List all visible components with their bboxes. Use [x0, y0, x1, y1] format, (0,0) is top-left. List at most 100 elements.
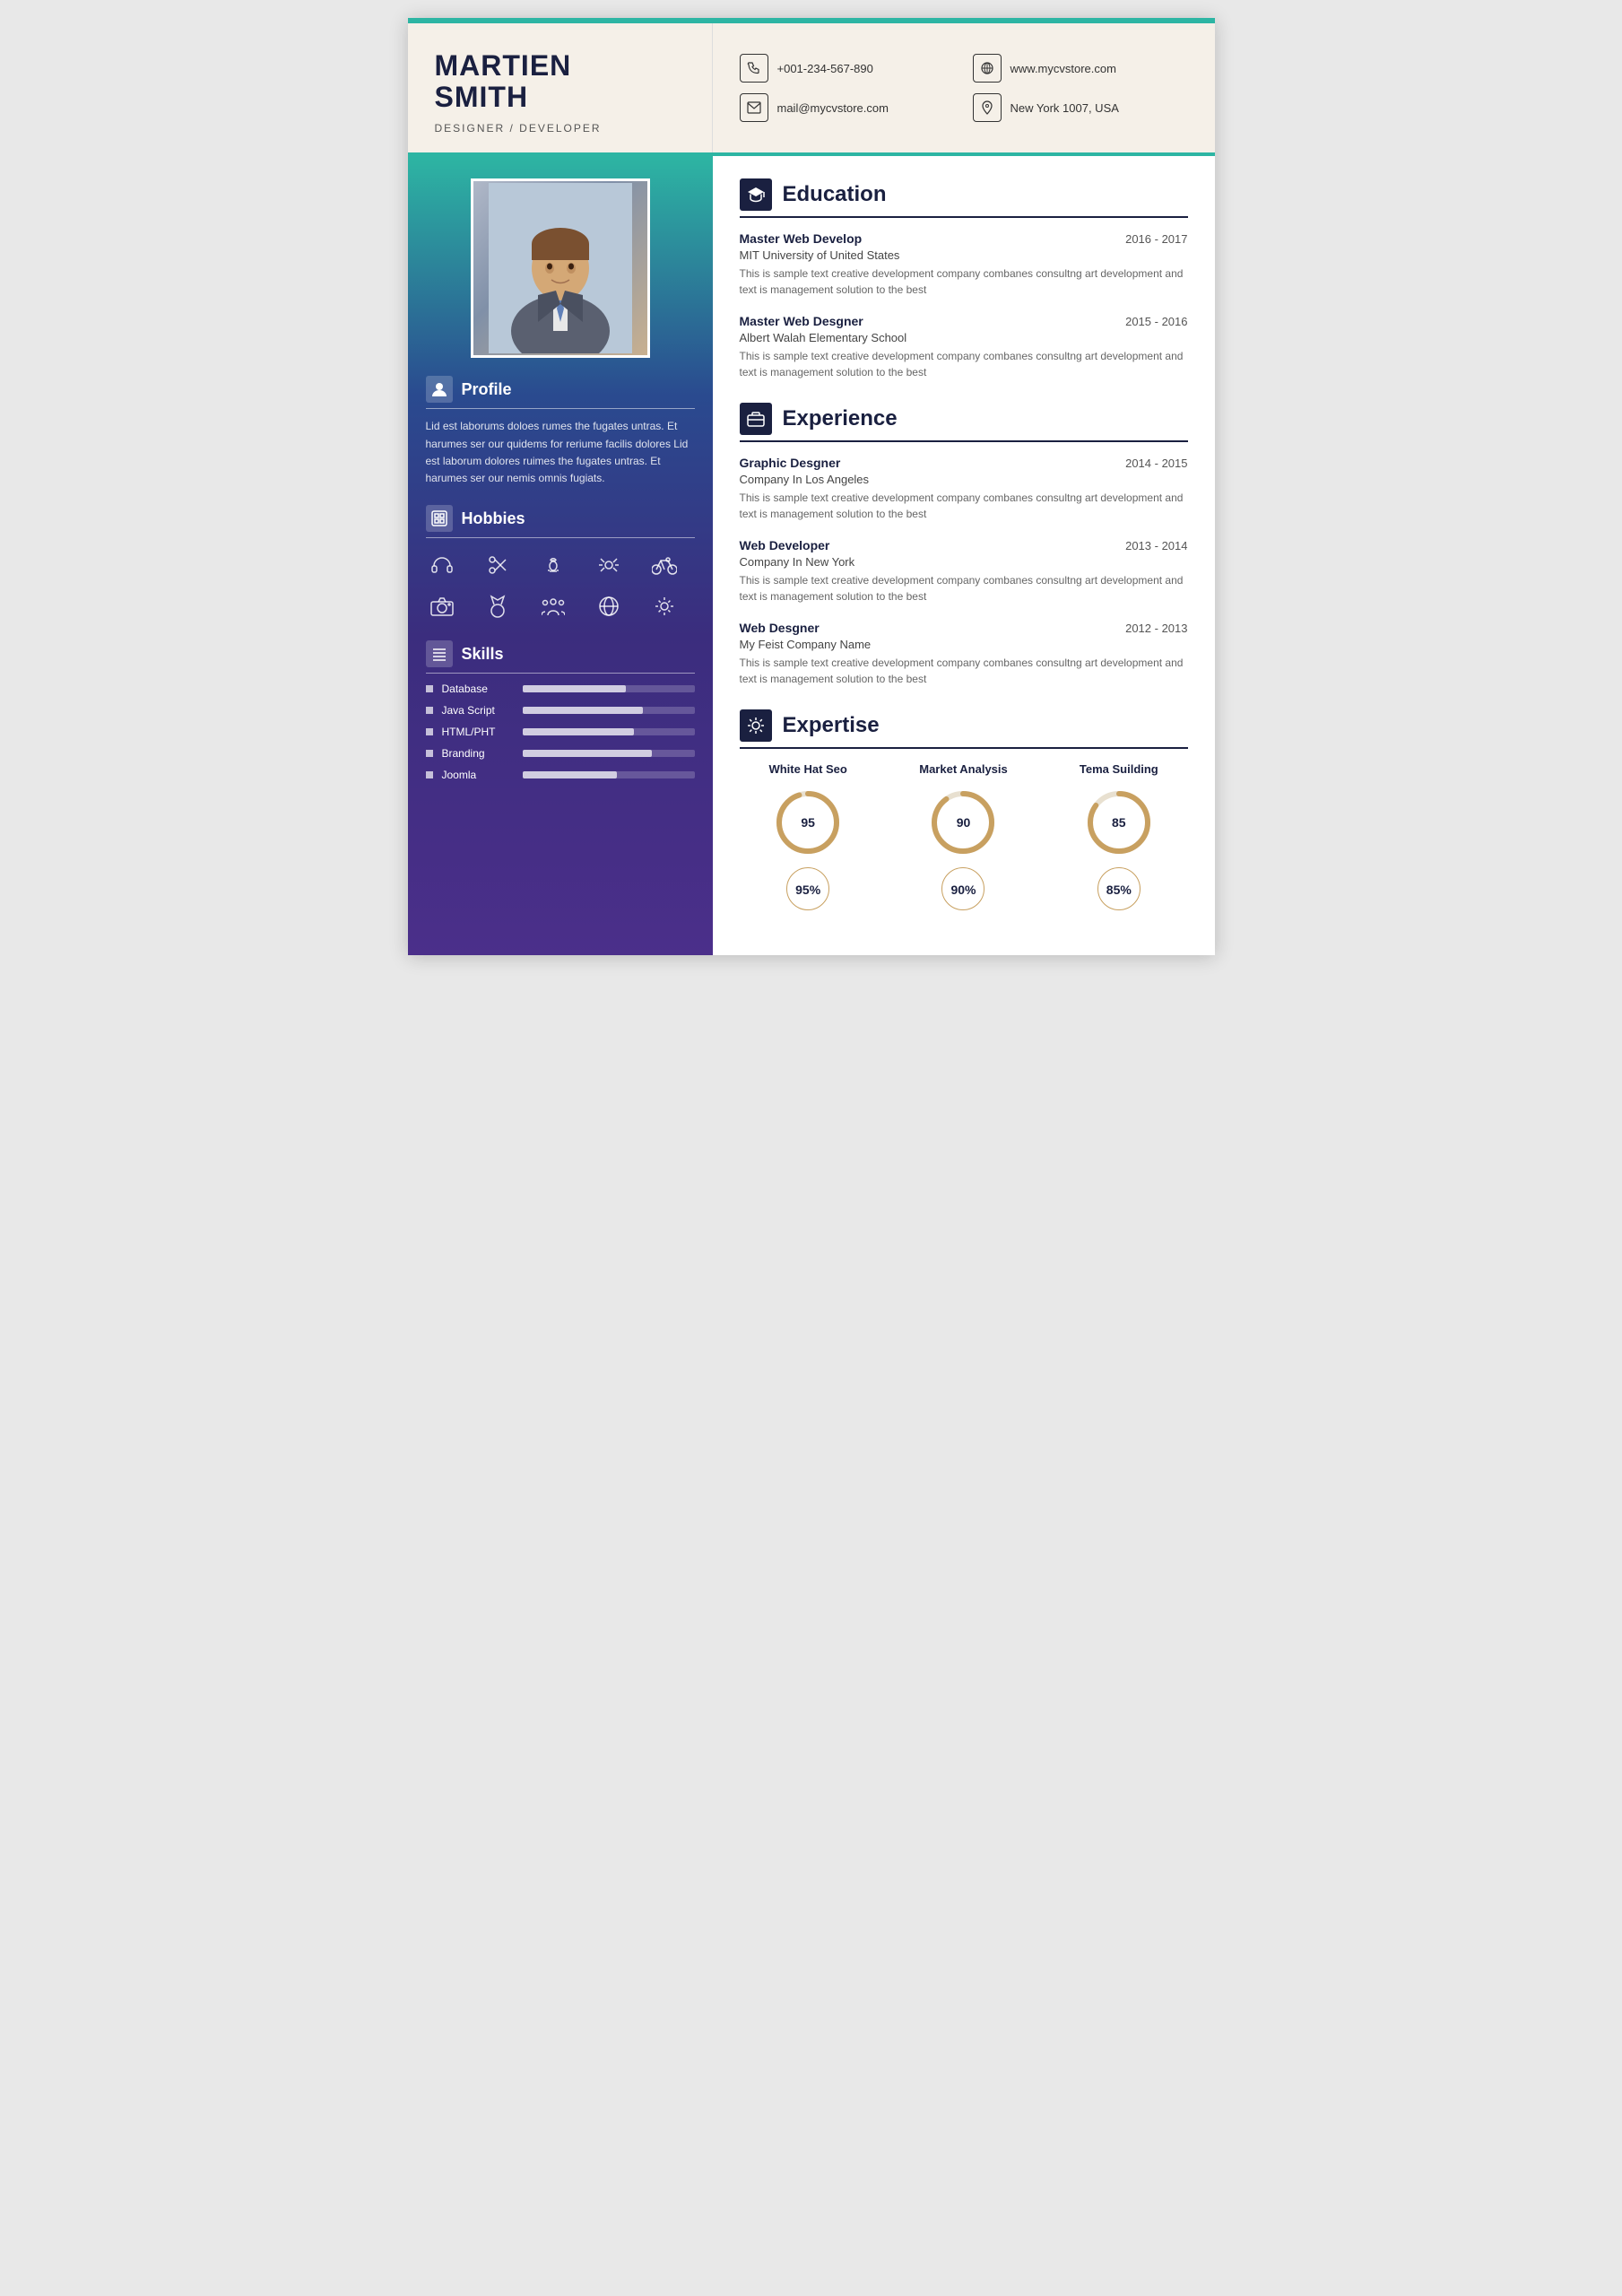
skills-list: Database Java Script HTML/PHT — [426, 683, 695, 781]
entry-subtitle: Company In New York — [740, 555, 1188, 569]
contact-section: +001-234-567-890 www.mycvstore.com — [713, 23, 1215, 152]
expertise-circle: 90 — [927, 787, 999, 858]
expertise-circle: 95 — [772, 787, 844, 858]
skill-item-html: HTML/PHT — [426, 726, 695, 738]
contact-email: mail@mycvstore.com — [740, 93, 955, 122]
hobby-cycling — [648, 549, 681, 581]
skill-item-joomla: Joomla — [426, 769, 695, 781]
expertise-label: Tema Suilding — [1080, 762, 1158, 776]
experience-title: Experience — [783, 406, 898, 431]
resume-header: MARTIEN SMITH DESIGNER / DEVELOPER +001-… — [408, 23, 1215, 156]
skill-bullet — [426, 771, 433, 778]
education-header: Education — [740, 178, 1188, 218]
skill-name: Database — [442, 683, 514, 695]
percent-circle-1: 90% — [941, 867, 984, 910]
hobby-gear — [648, 590, 681, 622]
email-icon — [740, 93, 768, 122]
education-title: Education — [783, 182, 887, 207]
hobby-globe — [593, 590, 625, 622]
skill-bar-fill — [523, 771, 618, 778]
profile-icon — [426, 376, 453, 403]
full-name: MARTIEN SMITH — [435, 50, 685, 113]
entry-title: Web Desgner — [740, 621, 820, 635]
skill-bar-fill — [523, 707, 643, 714]
profile-title: Profile — [462, 380, 512, 399]
profile-section-header: Profile — [426, 376, 695, 409]
skill-item-database: Database — [426, 683, 695, 695]
experience-entry-0: Graphic Desgner 2014 - 2015 Company In L… — [740, 456, 1188, 522]
expertise-icon — [740, 709, 772, 742]
entry-desc: This is sample text creative development… — [740, 655, 1188, 687]
expertise-item-0: White Hat Seo 95 — [740, 762, 877, 858]
entry-desc: This is sample text creative development… — [740, 265, 1188, 298]
experience-entry-1: Web Developer 2013 - 2014 Company In New… — [740, 538, 1188, 604]
skill-name: Java Script — [442, 704, 514, 717]
profile-text: Lid est laborums doloes rumes the fugate… — [426, 418, 695, 487]
percent-labels: 95% 90% 85% — [740, 867, 1188, 910]
skill-bar-fill — [523, 728, 635, 735]
contact-web: www.mycvstore.com — [973, 54, 1188, 83]
entry-date: 2015 - 2016 — [1125, 315, 1187, 328]
expertise-title: Expertise — [783, 713, 880, 738]
percent-circle-2: 85% — [1097, 867, 1141, 910]
experience-section: Experience Graphic Desgner 2014 - 2015 C… — [740, 403, 1188, 687]
education-entry-0: Master Web Develop 2016 - 2017 MIT Unive… — [740, 231, 1188, 298]
percent-label-2: 85% — [1050, 867, 1187, 910]
entry-title: Web Developer — [740, 538, 830, 552]
hobbies-title: Hobbies — [462, 509, 525, 528]
entry-date: 2016 - 2017 — [1125, 232, 1187, 246]
hobby-scissors — [481, 549, 514, 581]
expertise-label: Market Analysis — [919, 762, 1008, 776]
entry-desc: This is sample text creative development… — [740, 572, 1188, 604]
expertise-percent: 85 — [1112, 815, 1126, 830]
skill-name: HTML/PHT — [442, 726, 514, 738]
entry-desc: This is sample text creative development… — [740, 490, 1188, 522]
skill-bar-fill — [523, 685, 626, 692]
skills-icon — [426, 640, 453, 667]
skill-bar-bg — [523, 728, 695, 735]
expertise-header: Expertise — [740, 709, 1188, 749]
entry-date: 2012 - 2013 — [1125, 622, 1187, 635]
job-title: DESIGNER / DEVELOPER — [435, 122, 685, 135]
entry-title: Master Web Develop — [740, 231, 863, 246]
skill-bar-bg — [523, 771, 695, 778]
entry-subtitle: My Feist Company Name — [740, 638, 1188, 651]
education-icon — [740, 178, 772, 211]
entry-header: Master Web Develop 2016 - 2017 — [740, 231, 1188, 246]
entry-date: 2013 - 2014 — [1125, 539, 1187, 552]
sidebar: Profile Lid est laborums doloes rumes th… — [408, 156, 713, 955]
hobbies-section-header: Hobbies — [426, 505, 695, 538]
contact-phone: +001-234-567-890 — [740, 54, 955, 83]
expertise-item-2: Tema Suilding 85 — [1050, 762, 1187, 858]
entry-header: Master Web Desgner 2015 - 2016 — [740, 314, 1188, 328]
hobby-camera — [426, 590, 458, 622]
skill-bar-bg — [523, 750, 695, 757]
skill-bar-fill — [523, 750, 652, 757]
expertise-item-1: Market Analysis 90 — [895, 762, 1032, 858]
skill-item-javascript: Java Script — [426, 704, 695, 717]
hobby-satellite — [593, 549, 625, 581]
skill-bullet — [426, 728, 433, 735]
web-icon — [973, 54, 1002, 83]
skill-bar-bg — [523, 685, 695, 692]
percent-circle-0: 95% — [786, 867, 829, 910]
hobby-team — [537, 590, 569, 622]
resume-body: Profile Lid est laborums doloes rumes th… — [408, 156, 1215, 955]
email-text: mail@mycvstore.com — [777, 101, 889, 115]
hobby-medal — [481, 590, 514, 622]
hobbies-grid — [426, 549, 695, 622]
header-name-section: MARTIEN SMITH DESIGNER / DEVELOPER — [408, 23, 713, 152]
photo-placeholder — [473, 181, 647, 355]
entry-desc: This is sample text creative development… — [740, 348, 1188, 380]
expertise-grid: White Hat Seo 95 Market Analysis — [740, 762, 1188, 858]
entry-subtitle: Company In Los Angeles — [740, 473, 1188, 486]
skills-title: Skills — [462, 645, 504, 664]
percent-label-1: 90% — [895, 867, 1032, 910]
entry-subtitle: Albert Walah Elementary School — [740, 331, 1188, 344]
hobby-chess — [537, 549, 569, 581]
experience-entry-2: Web Desgner 2012 - 2013 My Feist Company… — [740, 621, 1188, 687]
expertise-section: Expertise White Hat Seo 95 — [740, 709, 1188, 910]
skill-bullet — [426, 707, 433, 714]
expertise-circle: 85 — [1083, 787, 1155, 858]
profile-photo — [471, 178, 650, 358]
